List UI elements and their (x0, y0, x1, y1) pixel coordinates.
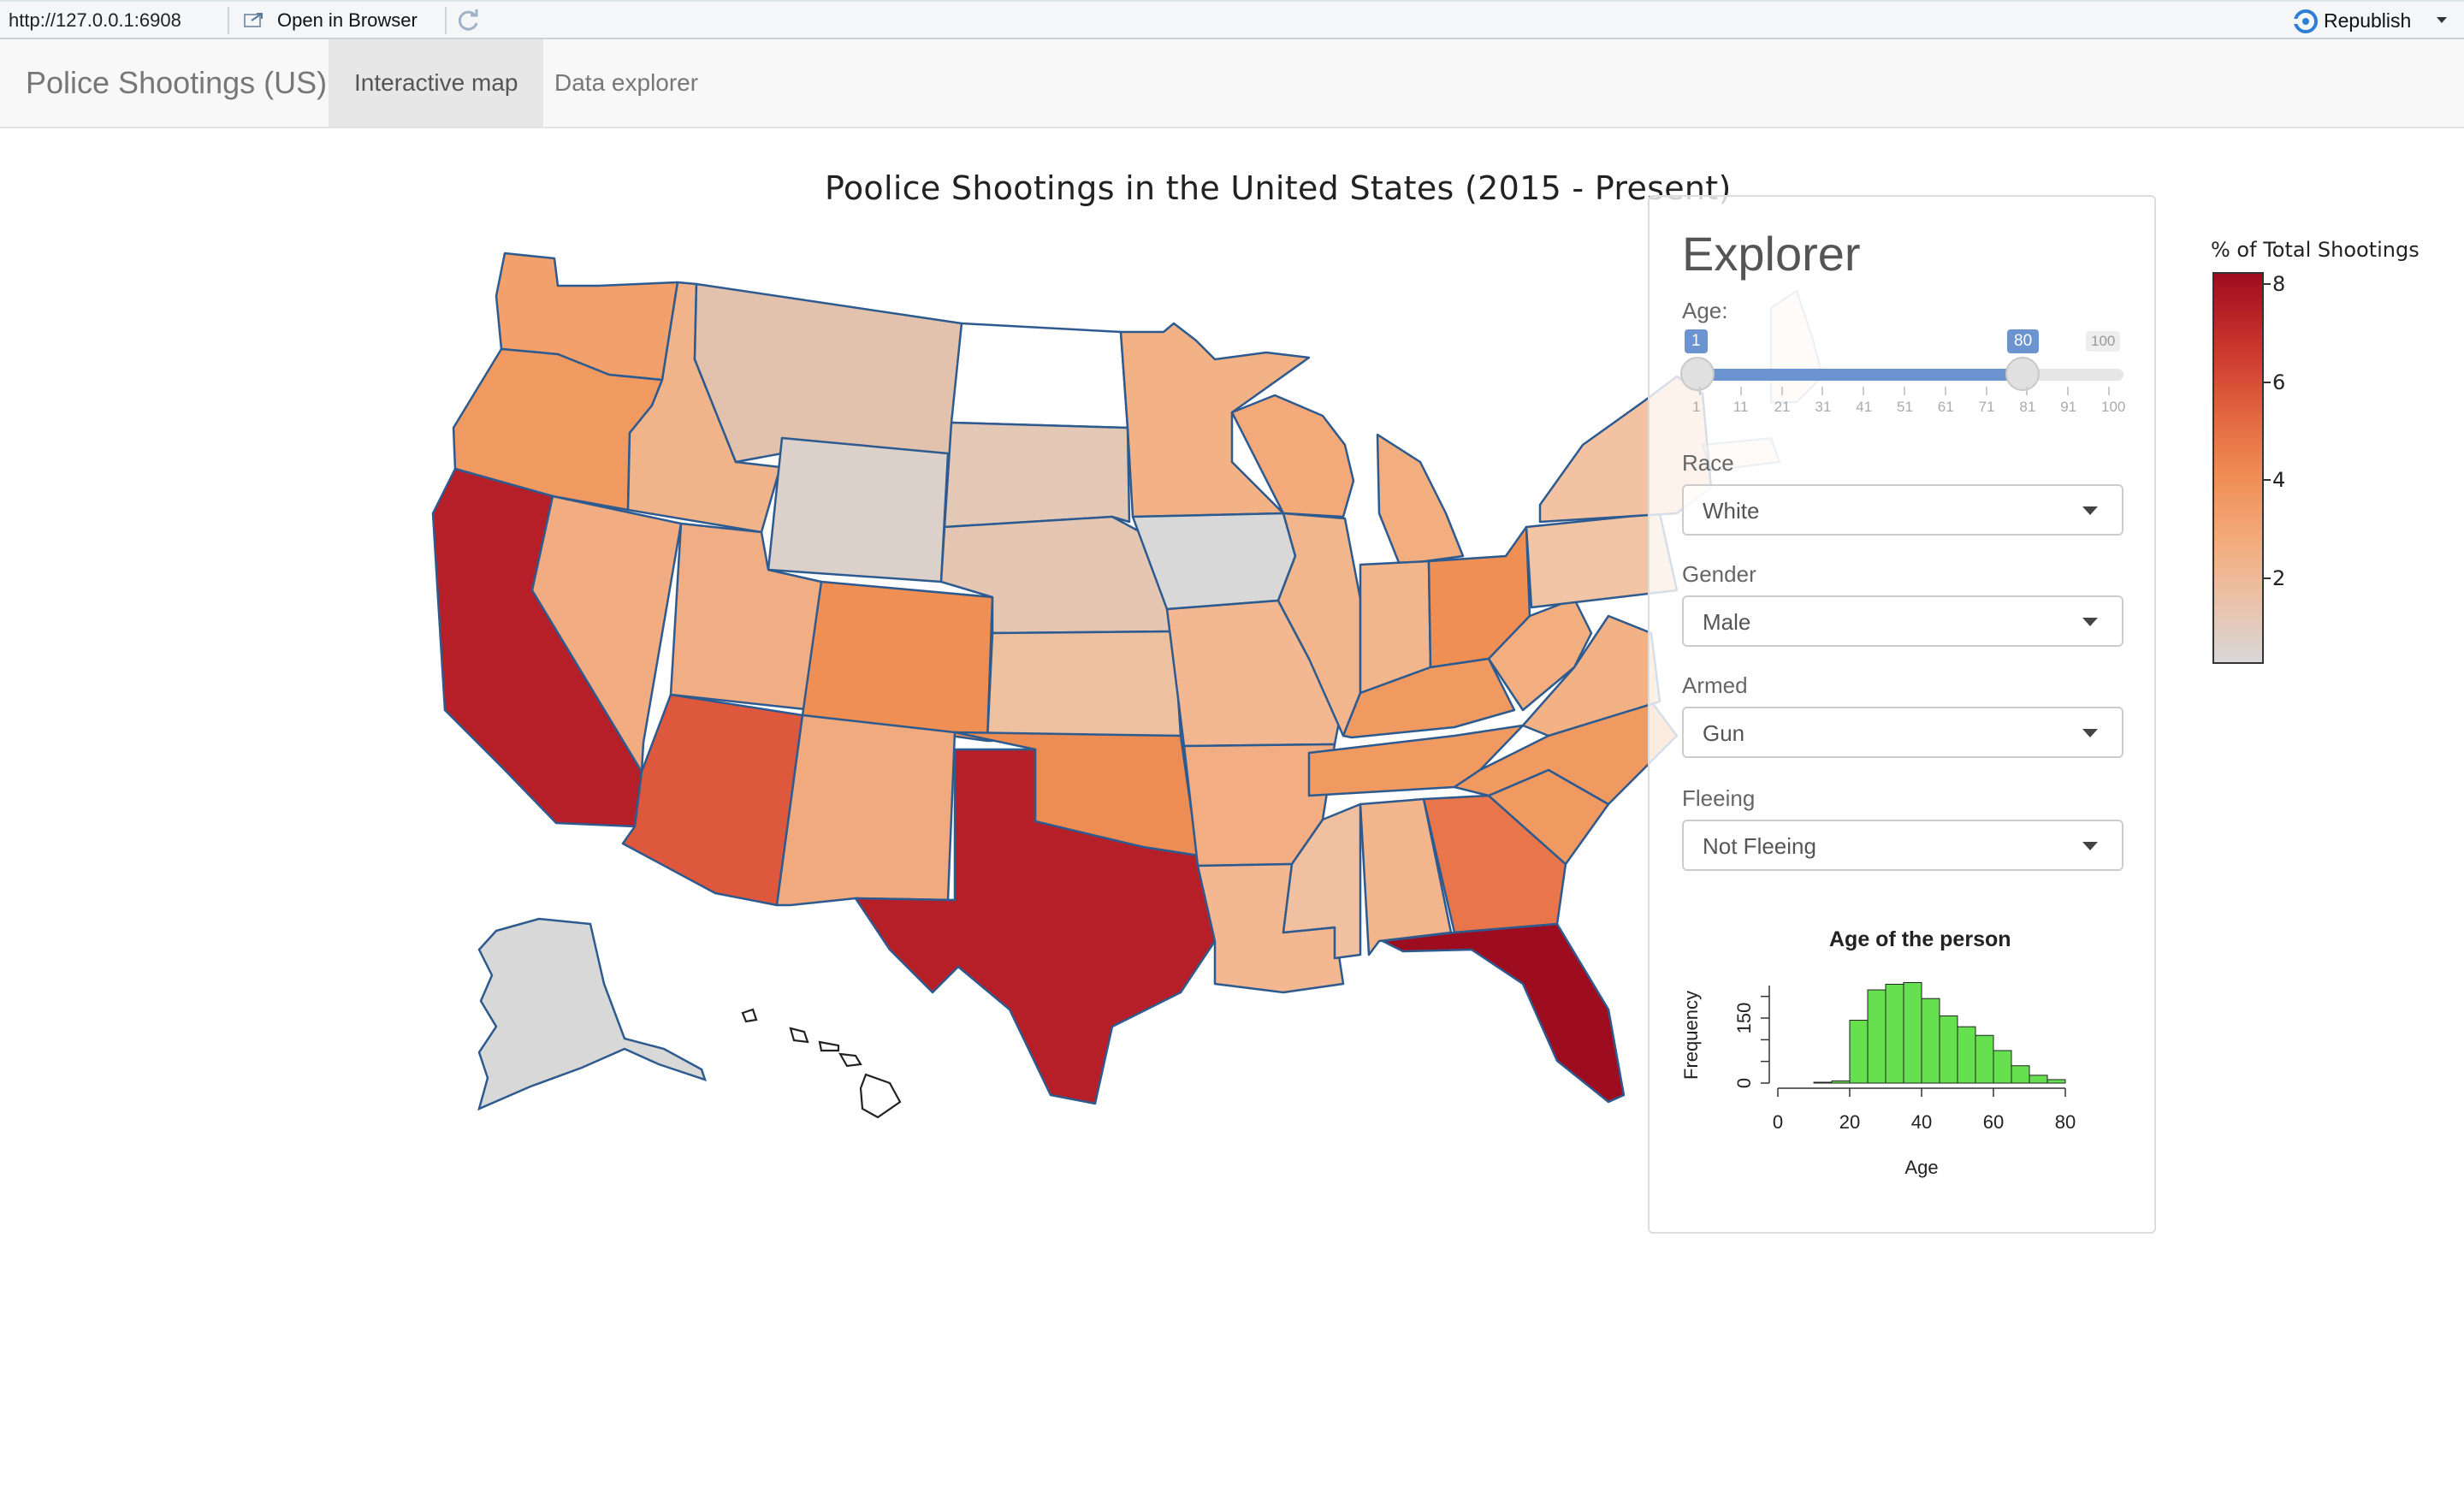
age-label: Age: (1682, 298, 1728, 323)
slider-grid-label: 71 (1978, 399, 1995, 415)
slider-grid-tick (2026, 387, 2029, 395)
slider-grid-label: 41 (1856, 399, 1873, 415)
panel-title: Explorer (1682, 227, 1861, 281)
state-north-dakota (950, 322, 1129, 429)
age-slider-range[interactable] (1697, 369, 2023, 381)
state-colorado (801, 580, 994, 743)
legend-tick (2264, 577, 2271, 579)
legend-colorbar (2212, 272, 2264, 664)
slider-grid-tick (2067, 387, 2070, 395)
legend-label: 2 (2272, 566, 2286, 590)
chevron-down-icon (2082, 618, 2098, 626)
slider-grid-tick (1985, 387, 1987, 395)
state-kansas (986, 630, 1182, 743)
legend-label: 8 (2272, 272, 2286, 296)
slider-grid-tick (1780, 387, 1783, 395)
fleeing-label: Fleeing (1682, 785, 1756, 811)
explorer-panel[interactable]: Explorer Age: Race White Gender Male Arm… (1648, 195, 2156, 1234)
armed-select[interactable]: Gun (1682, 707, 2123, 758)
slider-grid-tick (1699, 387, 1701, 395)
armed-label: Armed (1682, 672, 1748, 698)
state-alaska (477, 917, 707, 1111)
state-arizona (621, 693, 804, 907)
state-hawaii (741, 1008, 902, 1119)
slider-grid-label: 1 (1692, 399, 1701, 415)
legend-label: 6 (2272, 370, 2286, 394)
slider-grid-tick (1863, 387, 1865, 395)
age-slider-to-handle[interactable] (2005, 357, 2040, 391)
slider-grid-label: 91 (2060, 399, 2077, 415)
slider-grid-tick (2108, 387, 2110, 395)
race-label: Race (1682, 450, 1734, 476)
state-florida (1381, 922, 1626, 1104)
state-wyoming (767, 436, 950, 583)
legend-title: % of Total Shootings (2211, 238, 2420, 262)
chevron-down-icon (2082, 506, 2098, 515)
age-slider-to-label: 80 (2007, 329, 2040, 353)
slider-grid-tick (1904, 387, 1905, 395)
slider-grid-label: 21 (1774, 399, 1791, 415)
slider-grid-label: 51 (1897, 399, 1913, 415)
age-slider-from-handle[interactable] (1680, 357, 1715, 391)
legend-label: 4 (2272, 468, 2286, 492)
fleeing-selected-value: Not Fleeing (1703, 833, 1816, 859)
state-south-dakota (943, 421, 1131, 529)
fleeing-select[interactable]: Not Fleeing (1682, 820, 2123, 871)
slider-grid-label: 100 (2101, 399, 2126, 415)
gender-selected-value: Male (1703, 609, 1751, 635)
legend-tick (2264, 382, 2271, 383)
age-slider-max-label: 100 (2086, 331, 2121, 352)
slider-grid-tick (1944, 387, 1946, 395)
slider-grid-label: 11 (1732, 399, 1749, 415)
state-michigan (1376, 433, 1465, 566)
state-new-mexico (775, 714, 957, 907)
chevron-down-icon (2082, 729, 2098, 737)
gender-label: Gender (1682, 561, 1756, 587)
slider-grid-tick (1739, 387, 1742, 395)
legend-tick (2264, 479, 2271, 481)
slider-grid-label: 81 (2019, 399, 2036, 415)
race-selected-value: White (1703, 498, 1760, 524)
race-select[interactable]: White (1682, 484, 2123, 536)
chevron-down-icon (2082, 842, 2098, 850)
age-slider-from-label: 1 (1685, 329, 1708, 353)
slider-grid-label: 31 (1815, 399, 1832, 415)
legend-tick (2264, 283, 2271, 285)
slider-grid-label: 61 (1937, 399, 1954, 415)
armed-selected-value: Gun (1703, 720, 1745, 746)
gender-select[interactable]: Male (1682, 595, 2123, 647)
histogram-title: Age of the person (1829, 927, 2011, 951)
slider-grid-tick (1821, 387, 1824, 395)
